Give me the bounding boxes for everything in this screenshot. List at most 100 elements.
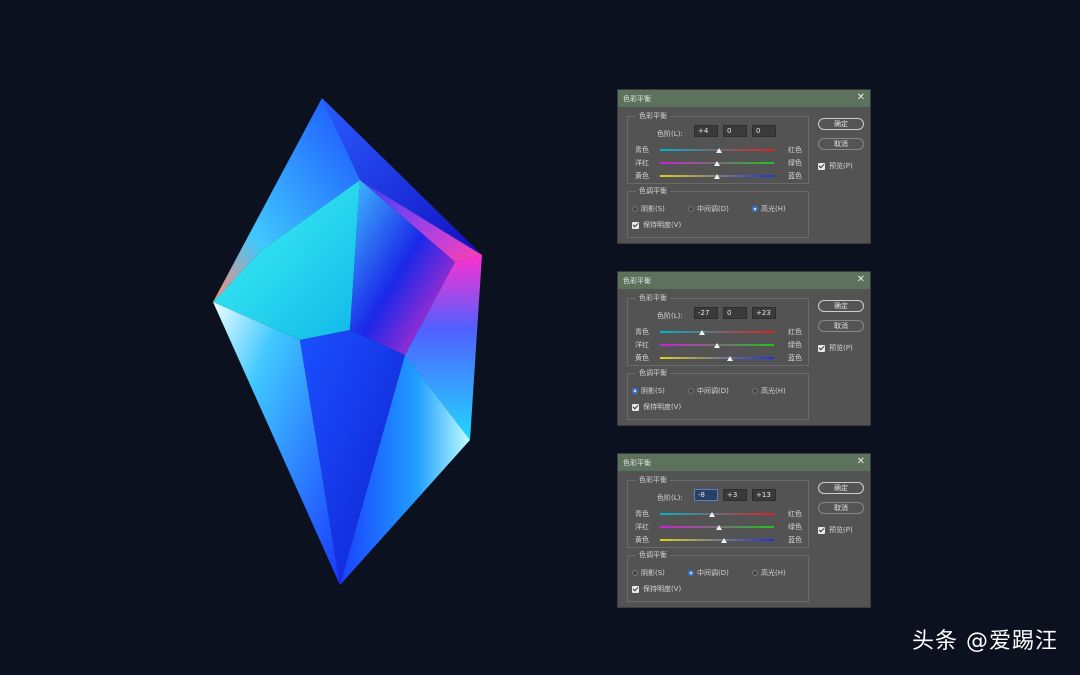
color-slider-track[interactable]	[660, 539, 774, 541]
preview-checkbox[interactable]: 预览(P)	[818, 343, 853, 353]
group-label: 色调平衡	[636, 550, 670, 560]
preview-label: 预览(P)	[829, 344, 853, 352]
levels-label: 色阶(L):	[657, 494, 683, 502]
tone-radio-1[interactable]: 阴影(S)	[632, 568, 665, 578]
checkbox-checked[interactable]	[632, 221, 639, 229]
ok-button[interactable]: 确定	[818, 482, 864, 494]
ok-button[interactable]: 确定	[818, 118, 864, 130]
levels-label: 色阶(L):	[657, 312, 683, 320]
level-input-3[interactable]: +13	[752, 489, 776, 501]
level-input-1[interactable]: -27	[694, 307, 718, 319]
level-input-3[interactable]: 0	[752, 125, 776, 137]
levels-label: 色阶(L):	[657, 130, 683, 138]
tone-balance-group: 色调平衡阴影(S) 中间调(D) 高光(H) 保持明度(V)	[627, 550, 809, 602]
checkbox-checked[interactable]	[632, 585, 639, 593]
checkbox-checked[interactable]	[632, 403, 639, 411]
checkbox-label: 保持明度(V)	[643, 585, 682, 593]
tone-radio-3[interactable]: 高光(H)	[752, 568, 786, 578]
slider-left-label: 黄色	[635, 172, 649, 180]
slider-thumb[interactable]	[727, 356, 734, 361]
color-slider-track[interactable]	[660, 513, 774, 515]
checkbox-checked[interactable]	[818, 526, 825, 534]
preview-checkbox[interactable]: 预览(P)	[818, 525, 853, 535]
slider-thumb[interactable]	[714, 174, 720, 179]
slider-right-label: 红色	[788, 146, 802, 154]
tone-radio-1[interactable]: 阴影(S)	[632, 386, 665, 396]
dialog-title: 色彩平衡	[623, 459, 651, 467]
preserve-luminosity-checkbox[interactable]: 保持明度(V)	[632, 220, 681, 230]
slider-thumb[interactable]	[714, 161, 720, 166]
slider-thumb[interactable]	[721, 538, 728, 543]
radio-dot[interactable]	[632, 570, 638, 576]
preserve-luminosity-checkbox[interactable]: 保持明度(V)	[632, 584, 681, 594]
color-balance-dialog-1: 色彩平衡 ✕ 色彩平衡 色阶(L): +4 0 0 青色 红色 洋红 绿色 黄色 蓝色 色调平衡 阴影(S)…	[617, 89, 871, 244]
radio-dot[interactable]	[752, 388, 758, 394]
slider-thumb[interactable]	[716, 148, 723, 153]
group-label: 色彩平衡	[636, 475, 670, 485]
preserve-luminosity-checkbox[interactable]: 保持明度(V)	[632, 402, 681, 412]
radio-label: 阴影(S)	[641, 569, 665, 577]
checkbox-label: 保持明度(V)	[643, 221, 682, 229]
radio-label: 阴影(S)	[641, 387, 665, 395]
level-input-1[interactable]: +4	[694, 125, 718, 137]
radio-dot[interactable]	[632, 388, 638, 394]
radio-label: 中间调(D)	[697, 387, 729, 395]
level-input-2[interactable]: +3	[723, 489, 747, 501]
checkbox-label: 保持明度(V)	[643, 403, 682, 411]
close-icon[interactable]: ✕	[857, 92, 865, 103]
preview-label: 预览(P)	[829, 162, 853, 170]
slider-left-label: 黄色	[635, 536, 649, 544]
slider-right-label: 红色	[788, 510, 802, 518]
color-slider-track[interactable]	[660, 331, 774, 333]
close-icon[interactable]: ✕	[857, 274, 865, 285]
color-slider-track[interactable]	[660, 357, 774, 359]
radio-label: 高光(H)	[761, 387, 786, 395]
tone-radio-2[interactable]: 中间调(D)	[688, 386, 729, 396]
slider-right-label: 蓝色	[788, 172, 802, 180]
dialog-titlebar[interactable]: 色彩平衡 ✕	[618, 454, 870, 471]
checkbox-checked[interactable]	[818, 344, 825, 352]
slider-left-label: 洋红	[635, 523, 649, 531]
tone-radio-2[interactable]: 中间调(D)	[688, 568, 729, 578]
level-input-3[interactable]: +23	[752, 307, 776, 319]
radio-dot[interactable]	[688, 388, 694, 394]
radio-dot[interactable]	[632, 206, 638, 212]
color-balance-dialog-2: 色彩平衡 ✕ 色彩平衡 色阶(L): -27 0 +23 青色 红色 洋红 绿色 黄色 蓝色 色调平衡 阴影…	[617, 271, 871, 426]
cancel-button[interactable]: 取消	[818, 502, 864, 514]
slider-thumb[interactable]	[698, 330, 705, 335]
watermark: 头条 @爱踢汪	[912, 629, 1058, 654]
preview-checkbox[interactable]: 预览(P)	[818, 161, 853, 171]
level-input-2[interactable]: 0	[723, 307, 747, 319]
level-input-1[interactable]: -8	[694, 489, 718, 501]
radio-dot[interactable]	[752, 570, 758, 576]
color-balance-group: 色彩平衡 色阶(L): -8 +3 +13 青色 红色 洋红 绿色 黄色 蓝色	[627, 475, 809, 548]
color-balance-group: 色彩平衡 色阶(L): -27 0 +23 青色 红色 洋红 绿色 黄色 蓝色	[627, 293, 809, 366]
radio-dot[interactable]	[688, 206, 694, 212]
slider-thumb[interactable]	[715, 525, 722, 530]
tone-balance-group: 色调平衡阴影(S) 中间调(D) 高光(H) 保持明度(V)	[627, 186, 809, 238]
slider-left-label: 黄色	[635, 354, 649, 362]
slider-thumb[interactable]	[709, 512, 716, 517]
radio-dot[interactable]	[752, 206, 758, 212]
slider-left-label: 洋红	[635, 341, 649, 349]
tone-radio-3[interactable]: 高光(H)	[752, 204, 786, 214]
tone-radio-1[interactable]: 阴影(S)	[632, 204, 665, 214]
crystal-illustration	[213, 98, 482, 585]
close-icon[interactable]: ✕	[857, 456, 865, 467]
group-label: 色调平衡	[636, 186, 670, 196]
slider-left-label: 青色	[635, 328, 649, 336]
tone-radio-2[interactable]: 中间调(D)	[688, 204, 729, 214]
group-label: 色彩平衡	[636, 111, 670, 121]
dialog-titlebar[interactable]: 色彩平衡 ✕	[618, 272, 870, 289]
ok-button[interactable]: 确定	[818, 300, 864, 312]
radio-label: 高光(H)	[761, 569, 786, 577]
slider-thumb[interactable]	[714, 343, 720, 348]
cancel-button[interactable]: 取消	[818, 138, 864, 150]
level-input-2[interactable]: 0	[723, 125, 747, 137]
dialog-titlebar[interactable]: 色彩平衡 ✕	[618, 90, 870, 107]
slider-right-label: 绿色	[788, 341, 802, 349]
radio-dot[interactable]	[688, 570, 694, 576]
cancel-button[interactable]: 取消	[818, 320, 864, 332]
tone-radio-3[interactable]: 高光(H)	[752, 386, 786, 396]
checkbox-checked[interactable]	[818, 162, 825, 170]
